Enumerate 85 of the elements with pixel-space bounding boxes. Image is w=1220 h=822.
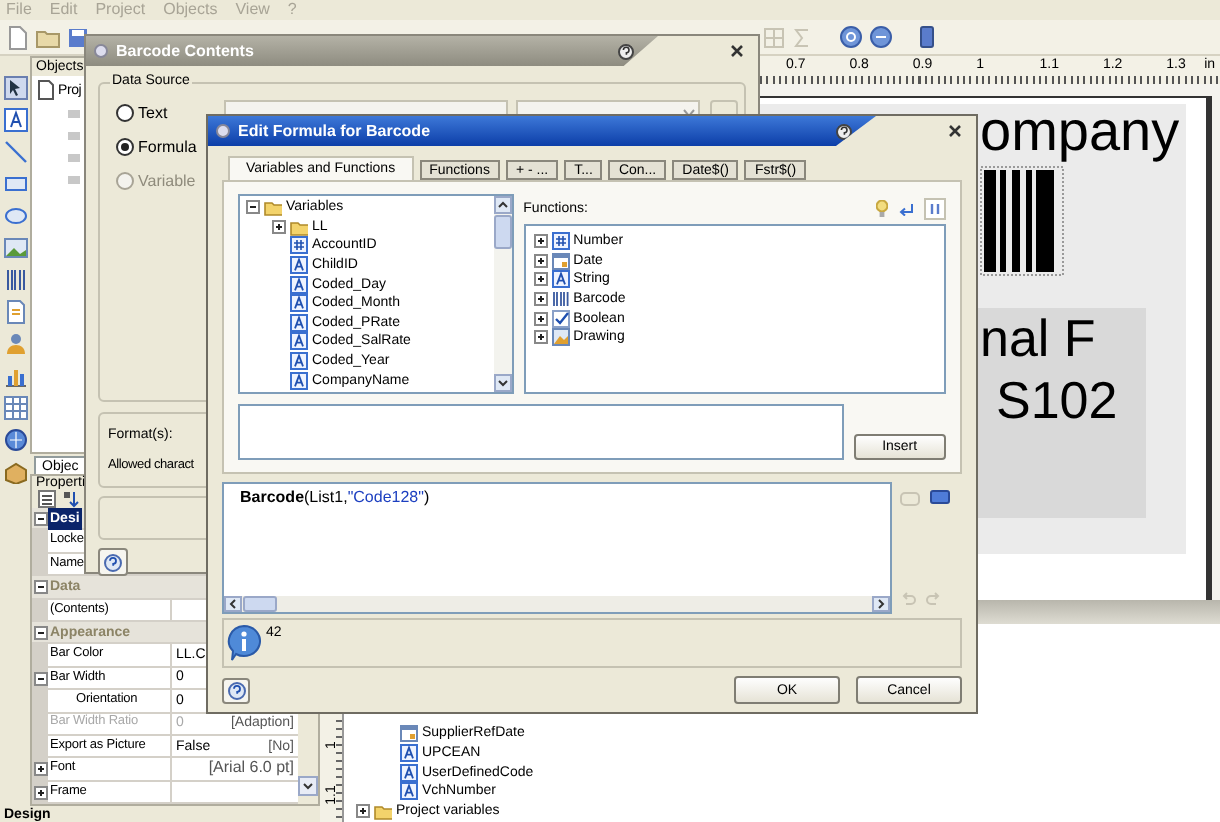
expand-icon[interactable] bbox=[272, 219, 286, 234]
page-icon bbox=[38, 80, 54, 100]
window-title: Barcode Contents bbox=[116, 43, 256, 59]
checkmark-icon bbox=[551, 309, 570, 328]
letter-icon bbox=[290, 313, 308, 332]
sort-icon[interactable] bbox=[62, 490, 80, 508]
expand-icon[interactable] bbox=[533, 311, 548, 326]
folder-icon bbox=[374, 801, 392, 820]
collapse-icon[interactable] bbox=[33, 671, 47, 686]
radio-label: Variable bbox=[138, 173, 196, 189]
letter-icon bbox=[290, 371, 308, 390]
help-button[interactable] bbox=[98, 548, 128, 576]
info-icon bbox=[226, 624, 262, 662]
scrollbar[interactable] bbox=[493, 196, 512, 392]
radio-button[interactable] bbox=[116, 138, 134, 156]
letter-icon bbox=[551, 270, 570, 289]
text-tool-icon[interactable] bbox=[3, 108, 27, 132]
table-icon[interactable] bbox=[3, 396, 27, 420]
zoom-in-icon[interactable] bbox=[840, 26, 862, 48]
save-icon[interactable] bbox=[68, 27, 88, 47]
help-button[interactable] bbox=[222, 677, 250, 703]
barcode-drawing bbox=[980, 166, 1064, 276]
label-text: ompany bbox=[980, 104, 1180, 160]
letter-icon bbox=[290, 275, 308, 294]
formula-text: Barcode(List1,"Code128") bbox=[238, 486, 432, 510]
pointer-icon[interactable] bbox=[3, 76, 27, 100]
radio-label: Formula bbox=[138, 139, 197, 155]
collapse-icon[interactable] bbox=[246, 200, 260, 215]
expand-icon[interactable] bbox=[533, 234, 548, 249]
help-icon[interactable] bbox=[836, 123, 852, 139]
calendar-icon bbox=[400, 724, 418, 743]
monitor-icon[interactable] bbox=[930, 490, 950, 506]
collapse-icon[interactable] bbox=[33, 511, 47, 526]
letter-icon bbox=[400, 763, 418, 782]
close-icon[interactable] bbox=[730, 44, 744, 58]
person-icon[interactable] bbox=[3, 332, 27, 356]
letter-icon bbox=[290, 332, 308, 351]
window-icon bbox=[94, 44, 108, 58]
return-arrow-icon[interactable] bbox=[898, 202, 914, 216]
expand-icon[interactable] bbox=[356, 803, 370, 818]
box-icon[interactable] bbox=[3, 460, 27, 484]
new-document-icon[interactable] bbox=[8, 25, 28, 49]
hash-icon bbox=[290, 236, 308, 255]
calendar-icon bbox=[551, 251, 570, 270]
radio-button[interactable] bbox=[116, 104, 134, 122]
help-icon bbox=[227, 681, 245, 699]
hash-icon bbox=[551, 232, 570, 251]
label-text: nal F bbox=[978, 308, 1098, 370]
globe-icon[interactable] bbox=[3, 428, 27, 452]
letter-icon bbox=[290, 352, 308, 371]
line-icon[interactable] bbox=[3, 140, 27, 164]
chart-icon[interactable] bbox=[3, 364, 27, 388]
expand-icon[interactable] bbox=[533, 272, 548, 287]
letter-icon bbox=[400, 782, 418, 801]
expand-icon[interactable] bbox=[33, 785, 47, 800]
window-title: Edit Formula for Barcode bbox=[238, 123, 433, 139]
collapse-icon[interactable] bbox=[33, 625, 47, 640]
document-icon[interactable] bbox=[3, 300, 27, 324]
expand-icon[interactable] bbox=[533, 253, 548, 268]
property-value[interactable]: [Arial 6.0 pt] bbox=[208, 760, 294, 777]
pause-icon[interactable] bbox=[924, 198, 946, 220]
letter-icon bbox=[290, 294, 308, 313]
collapse-icon[interactable] bbox=[33, 579, 47, 594]
expand-icon[interactable] bbox=[533, 330, 548, 345]
categorized-icon[interactable] bbox=[38, 490, 56, 508]
window-icon bbox=[216, 124, 230, 138]
expand-icon[interactable] bbox=[533, 292, 548, 307]
scrollbar[interactable] bbox=[224, 596, 890, 612]
letter-icon bbox=[290, 256, 308, 275]
barcode-icon[interactable] bbox=[3, 268, 27, 292]
formula-editor[interactable]: Barcode(List1,"Code128") bbox=[222, 482, 892, 614]
letter-icon bbox=[400, 743, 418, 762]
radio-label: Text bbox=[138, 105, 168, 121]
help-icon[interactable] bbox=[618, 43, 634, 59]
rectangle-icon[interactable] bbox=[3, 172, 27, 196]
zoom-out-icon[interactable] bbox=[870, 26, 892, 48]
close-icon[interactable] bbox=[948, 124, 962, 138]
expand-icon[interactable] bbox=[33, 762, 47, 777]
help-icon bbox=[104, 553, 122, 571]
label-text: S102 bbox=[994, 370, 1120, 432]
picture-icon[interactable] bbox=[3, 236, 27, 260]
scrollbar[interactable] bbox=[298, 776, 318, 797]
ellipse-icon[interactable] bbox=[3, 204, 27, 228]
barcode-icon bbox=[551, 290, 570, 309]
picture-icon bbox=[551, 328, 570, 347]
